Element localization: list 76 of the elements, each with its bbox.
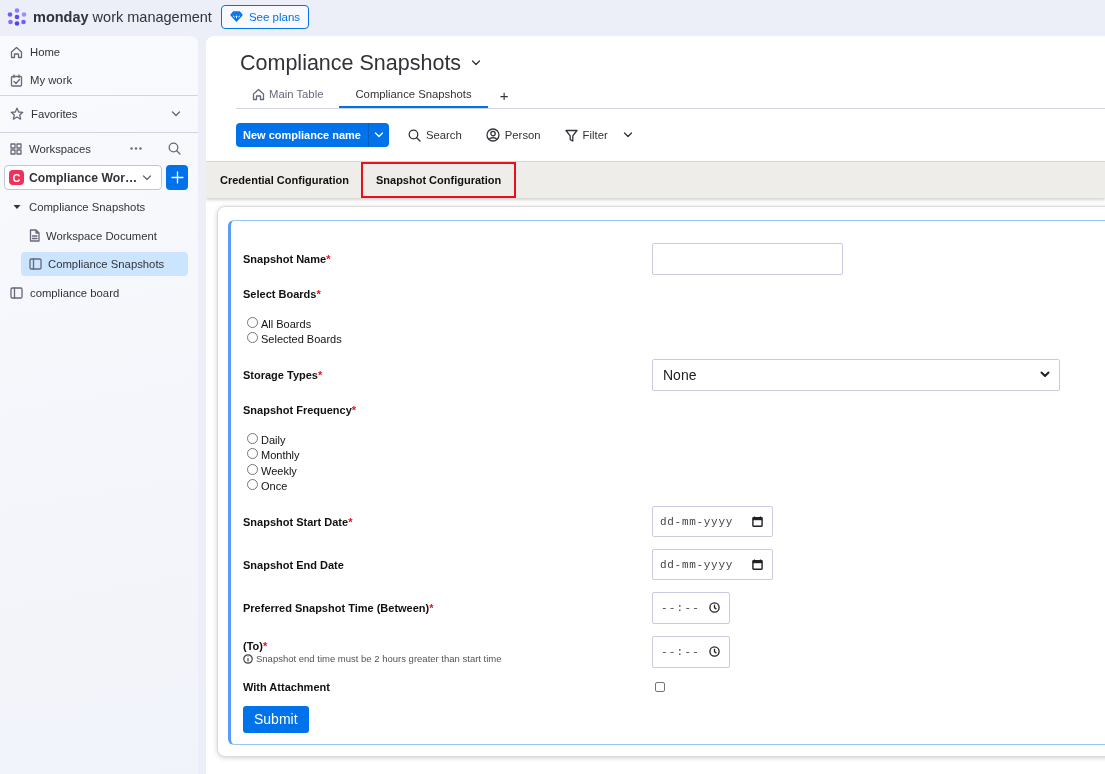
field-label: Snapshot Frequency* xyxy=(243,402,357,417)
add-view-button[interactable]: + xyxy=(493,82,515,108)
plus-icon xyxy=(170,171,184,184)
option-label: Daily xyxy=(261,433,286,446)
option-label: Selected Boards xyxy=(261,333,342,346)
option-label: Weekly xyxy=(261,464,297,477)
home-icon xyxy=(252,87,265,101)
new-item-button[interactable]: New compliance name xyxy=(236,123,368,147)
home-icon xyxy=(10,45,23,59)
field-label: Snapshot Start Date* xyxy=(243,514,353,529)
favorites-item[interactable]: Favorites xyxy=(0,97,198,131)
date-input[interactable]: dd-mm-yyyy xyxy=(652,506,773,538)
diamond-icon xyxy=(229,11,243,22)
logo-icon xyxy=(7,7,27,26)
section-title: Workspaces xyxy=(29,142,91,155)
field-label: Snapshot End Date xyxy=(243,557,344,572)
tree-item[interactable]: Compliance Snapshots xyxy=(21,252,188,277)
tree-item[interactable]: Compliance Snapshots xyxy=(2,195,188,219)
tab[interactable]: Snapshot Configuration xyxy=(360,162,517,198)
filter-icon xyxy=(564,128,578,142)
nav-item[interactable]: Home xyxy=(0,38,198,66)
time-input[interactable]: --:-- xyxy=(652,635,730,668)
workspace-initial: C xyxy=(9,170,24,185)
logo-text: monday work management xyxy=(33,8,212,25)
board-title: Compliance Snapshots xyxy=(240,50,462,76)
search-icon[interactable] xyxy=(168,142,181,155)
star-icon xyxy=(10,107,24,121)
date-input[interactable]: dd-mm-yyyy xyxy=(652,549,773,580)
nav-item[interactable]: My work xyxy=(0,66,198,94)
checkbox[interactable] xyxy=(655,681,665,692)
hint-text: Snapshot end time must be 2 hours greater than start time xyxy=(256,653,502,665)
field-label: (To)* xyxy=(243,639,268,654)
time-input[interactable]: --:-- xyxy=(652,591,730,624)
filter-button[interactable]: Filter xyxy=(556,123,641,147)
submit-button[interactable]: Submit xyxy=(243,705,309,733)
caret-icon[interactable] xyxy=(13,203,21,211)
board-icon xyxy=(10,286,23,299)
chevron-down-icon xyxy=(171,111,181,117)
field-label: Preferred Snapshot Time (Between)* xyxy=(243,600,434,615)
field-label: With Attachment xyxy=(243,679,330,694)
more-icon[interactable] xyxy=(130,147,142,150)
tree-item[interactable]: compliance board xyxy=(2,280,188,305)
tree-item[interactable]: Workspace Document xyxy=(21,223,188,248)
view-tab[interactable]: Main Table xyxy=(236,82,340,108)
workspace-selector[interactable]: C Compliance Wor… xyxy=(4,165,163,190)
calendar-icon xyxy=(752,559,763,570)
chevron-down-icon xyxy=(142,174,153,181)
person-icon xyxy=(485,128,500,142)
calendar-icon xyxy=(752,516,763,528)
text-input[interactable] xyxy=(652,243,843,275)
field-label: Select Boards* xyxy=(243,286,321,301)
option-label: Monthly xyxy=(261,449,300,462)
option-label: All Boards xyxy=(261,317,312,330)
add-button[interactable] xyxy=(166,165,188,190)
dropdown-button[interactable] xyxy=(368,123,389,147)
clock-icon xyxy=(709,646,720,658)
field-label: Storage Types* xyxy=(243,367,323,382)
grid-icon xyxy=(10,142,22,155)
option-label: Once xyxy=(261,480,288,493)
info-icon xyxy=(243,653,253,664)
see-plans-button[interactable]: See plans xyxy=(220,4,310,29)
chevron-down-icon xyxy=(622,132,633,138)
board-icon xyxy=(29,258,42,271)
person-button[interactable]: Person xyxy=(477,123,549,147)
calendar-check-icon xyxy=(10,73,23,87)
dropdown[interactable]: None xyxy=(652,358,1060,391)
document-icon xyxy=(29,229,40,243)
tab[interactable]: Credential Configuration xyxy=(208,162,361,198)
clock-icon xyxy=(709,602,720,614)
field-label: Snapshot Name* xyxy=(243,252,331,266)
view-tab[interactable]: Compliance Snapshots xyxy=(339,82,488,108)
chevron-down-icon[interactable] xyxy=(471,60,482,66)
search-icon xyxy=(408,128,421,142)
chevron-down-icon xyxy=(374,132,384,138)
chevron-down-icon xyxy=(1040,371,1050,379)
search-button[interactable]: Search xyxy=(400,123,470,147)
